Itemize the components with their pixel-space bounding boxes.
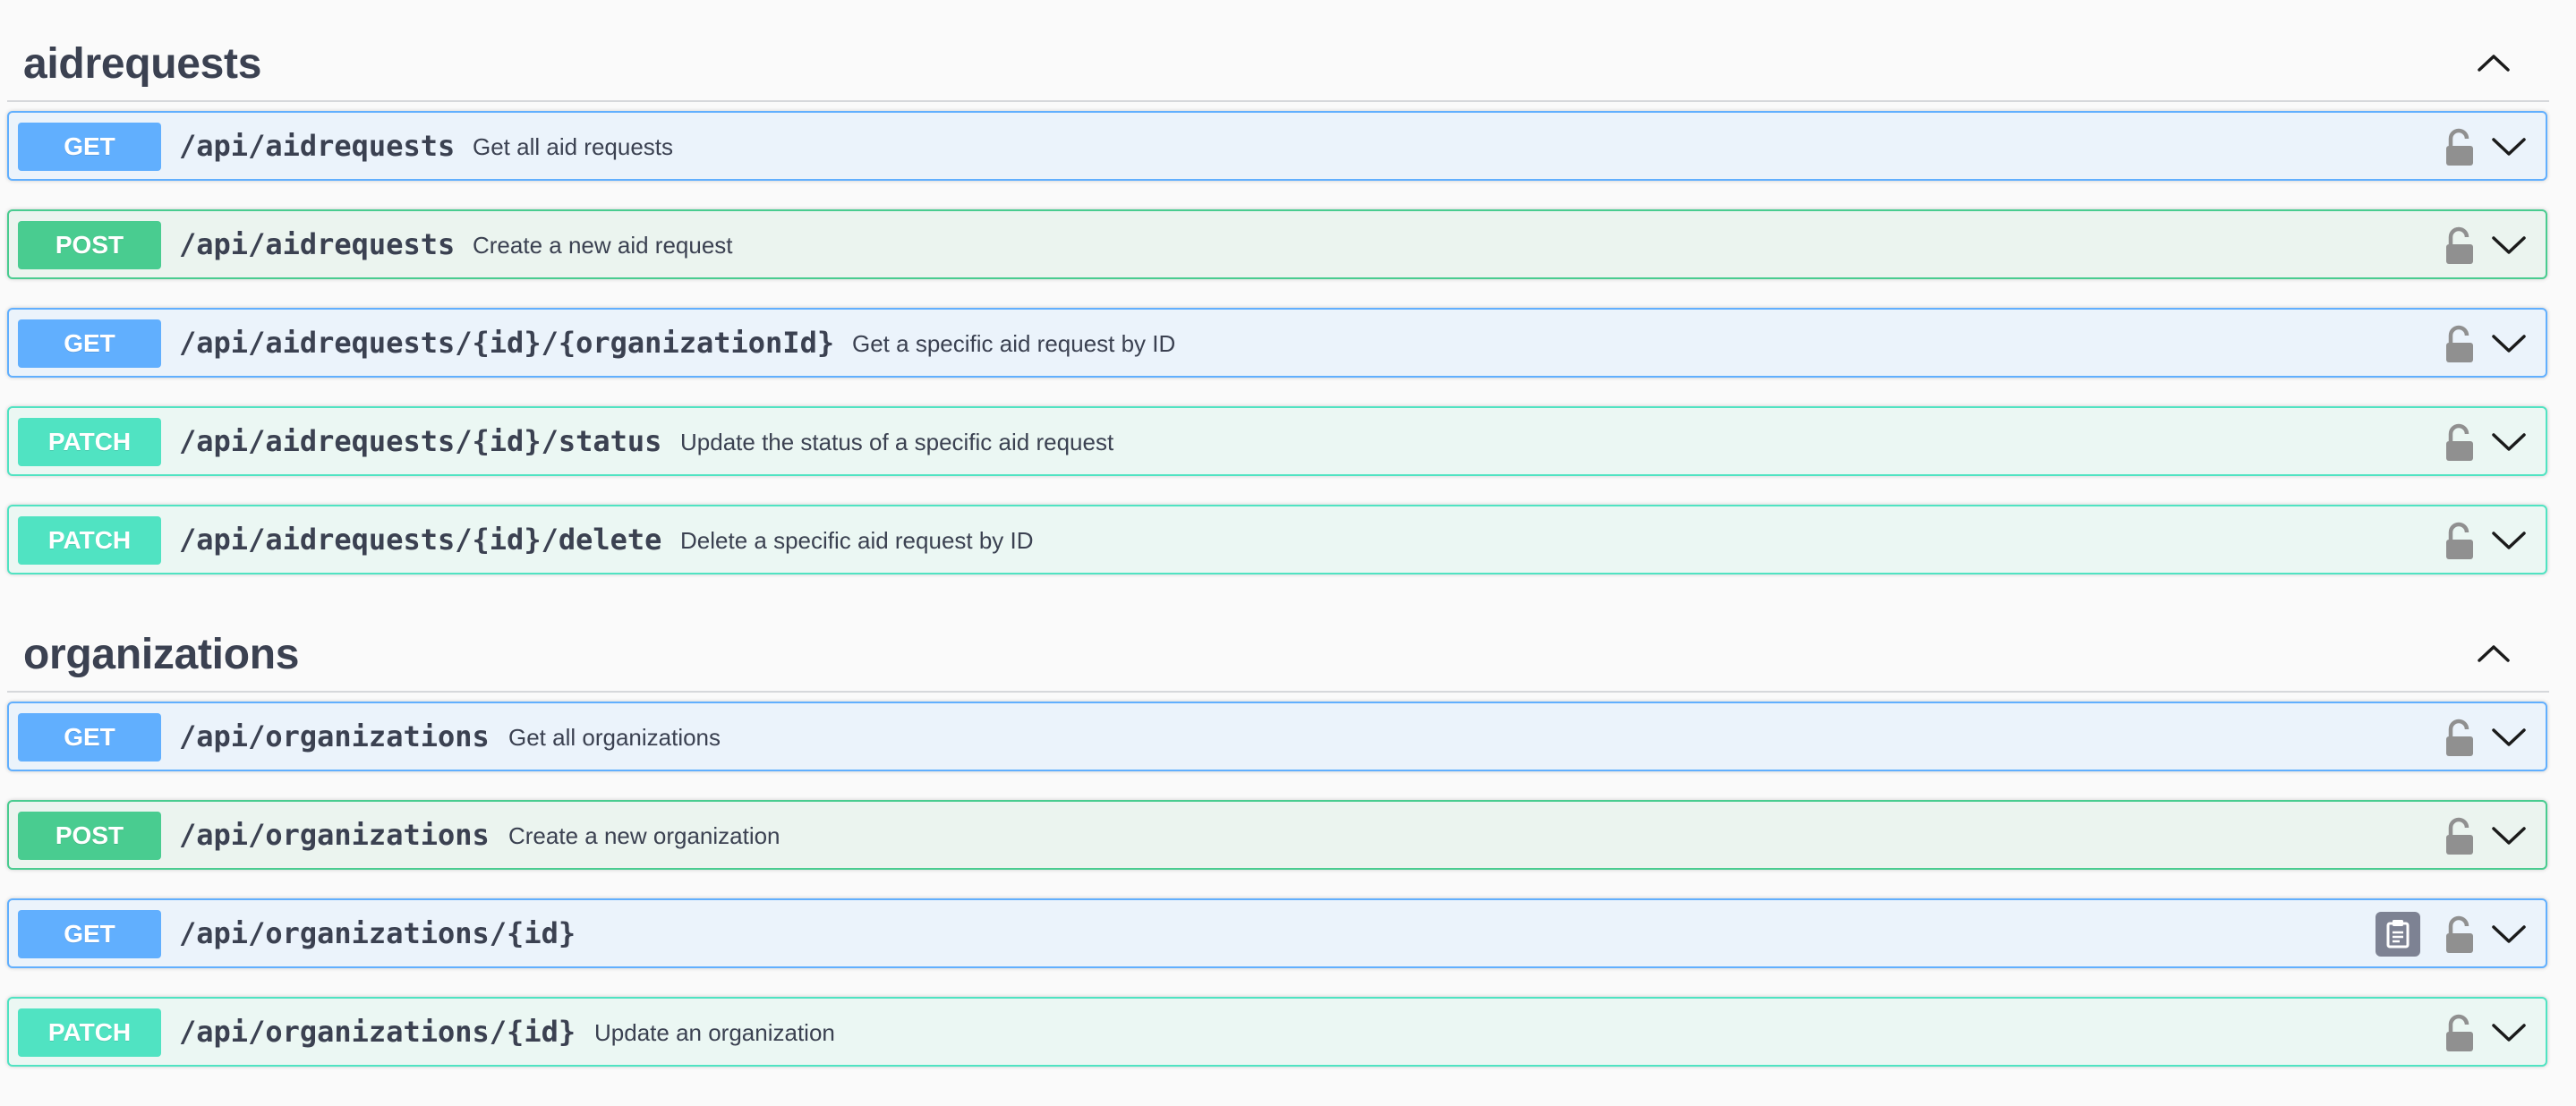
section-aidrequests: aidrequests GET /api/aidrequests Get all… [0,9,2576,582]
operation-patch-aidrequest-status[interactable]: PATCH /api/aidrequests/{id}/status Updat… [7,406,2547,476]
operation-summary: Create a new organization [508,822,780,849]
operation-path: /api/aidrequests [179,227,456,261]
unlocked-padlock-icon[interactable] [2442,128,2478,167]
operation-summary: Update an organization [594,1019,835,1046]
operation-summary: Get a specific aid request by ID [852,330,1176,357]
unlocked-padlock-icon[interactable] [2442,1014,2478,1053]
operation-path: /api/organizations/{id} [179,1015,576,1049]
operation-post-aidrequests[interactable]: POST /api/aidrequests Create a new aid r… [7,209,2547,279]
method-badge: PATCH [18,1008,161,1057]
section-title: aidrequests [23,40,262,88]
chevron-up-icon[interactable] [2467,626,2521,680]
method-badge: PATCH [18,516,161,565]
unlocked-padlock-icon[interactable] [2442,226,2478,266]
clipboard-copy-icon [2386,920,2410,949]
method-badge: PATCH [18,418,161,466]
operation-path: /api/organizations [179,818,490,852]
operation-patch-organization[interactable]: PATCH /api/organizations/{id} Update an … [7,997,2547,1067]
chevron-down-icon[interactable] [2488,1013,2529,1052]
chevron-up-icon[interactable] [2467,36,2521,89]
chevron-down-icon[interactable] [2488,816,2529,855]
chevron-down-icon[interactable] [2488,422,2529,462]
operation-path: /api/aidrequests [179,129,456,163]
api-docs-page: aidrequests GET /api/aidrequests Get all… [0,0,2576,1106]
unlocked-padlock-icon[interactable] [2442,522,2478,561]
operation-get-aidrequest-by-id[interactable]: GET /api/aidrequests/{id}/{organizationI… [7,308,2547,378]
method-badge: GET [18,319,161,368]
chevron-down-icon[interactable] [2488,225,2529,265]
operation-get-aidrequests[interactable]: GET /api/aidrequests Get all aid request… [7,111,2547,181]
method-badge: GET [18,123,161,171]
unlocked-padlock-icon[interactable] [2442,423,2478,463]
operation-summary: Get all organizations [508,724,721,751]
section-organizations: organizations GET /api/organizations Get… [0,600,2576,1074]
chevron-down-icon[interactable] [2488,324,2529,363]
operation-path: /api/aidrequests/{id}/status [179,424,662,458]
method-badge: POST [18,812,161,860]
chevron-down-icon[interactable] [2488,915,2529,954]
unlocked-padlock-icon[interactable] [2442,719,2478,758]
section-title: organizations [23,631,300,678]
chevron-down-icon[interactable] [2488,127,2529,166]
operation-path: /api/organizations [179,719,490,753]
operation-patch-aidrequest-delete[interactable]: PATCH /api/aidrequests/{id}/delete Delet… [7,505,2547,574]
operation-path: /api/aidrequests/{id}/delete [179,523,662,557]
method-badge: POST [18,221,161,269]
unlocked-padlock-icon[interactable] [2442,325,2478,364]
unlocked-padlock-icon[interactable] [2442,817,2478,856]
operation-post-organizations[interactable]: POST /api/organizations Create a new org… [7,800,2547,870]
section-header-organizations[interactable]: organizations [7,600,2549,693]
method-badge: GET [18,713,161,761]
unlocked-padlock-icon[interactable] [2442,915,2478,955]
operation-summary: Get all aid requests [473,133,674,160]
operation-summary: Update the status of a specific aid requ… [680,429,1114,455]
chevron-down-icon[interactable] [2488,718,2529,757]
operation-path: /api/aidrequests/{id}/{organizationId} [179,326,835,360]
operation-get-organization-by-id[interactable]: GET /api/organizations/{id} [7,898,2547,968]
method-badge: GET [18,910,161,958]
operation-summary: Create a new aid request [473,232,733,259]
operation-summary: Delete a specific aid request by ID [680,527,1034,554]
section-header-aidrequests[interactable]: aidrequests [7,9,2549,102]
operation-path: /api/organizations/{id} [179,916,576,950]
copy-to-clipboard-button[interactable] [2376,912,2420,957]
operation-get-organizations[interactable]: GET /api/organizations Get all organizat… [7,702,2547,771]
chevron-down-icon[interactable] [2488,521,2529,560]
